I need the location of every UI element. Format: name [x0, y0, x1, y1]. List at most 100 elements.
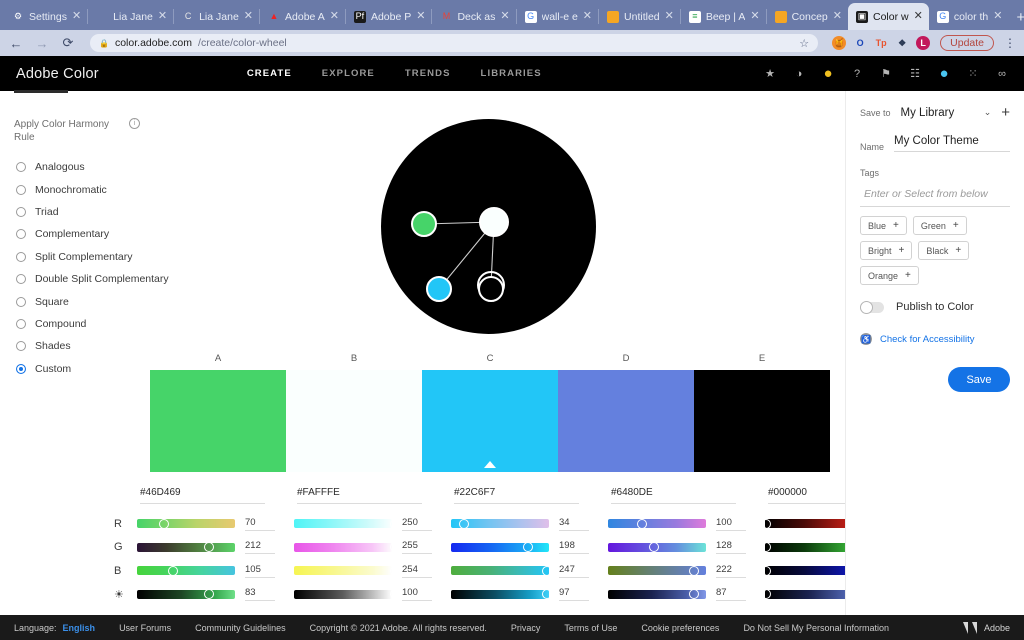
channel-slider-R[interactable] — [137, 518, 235, 529]
slider-thumb[interactable] — [761, 565, 771, 576]
browser-tab[interactable]: ▬ Untitled ✕ — [599, 3, 680, 30]
hex-input[interactable]: #46D469 — [140, 487, 265, 504]
toneprint-extension-icon[interactable]: Tp — [874, 36, 888, 50]
radio-button[interactable] — [16, 229, 26, 240]
theme-name-input[interactable]: My Color Theme — [894, 135, 1010, 152]
slider-thumb[interactable] — [542, 589, 552, 600]
help-icon[interactable]: ? — [849, 66, 865, 82]
reload-icon[interactable]: ⟳ — [60, 35, 76, 51]
handle-c[interactable] — [426, 276, 452, 302]
browser-tab[interactable]: Gwall-e e ✕ — [517, 3, 598, 30]
channel-slider-B[interactable] — [608, 565, 706, 576]
slider-thumb[interactable] — [689, 565, 699, 576]
harmony-rule-square[interactable]: Square — [0, 290, 150, 312]
creative-cloud-icon[interactable]: ∞ — [994, 66, 1010, 82]
harmony-rule-custom[interactable]: Custom — [0, 358, 150, 380]
nav-create[interactable]: CREATE — [247, 68, 292, 79]
radio-button[interactable] — [16, 184, 26, 195]
browser-tab[interactable]: ⚙ Settings ✕ — [4, 3, 87, 30]
slider-thumb[interactable] — [159, 518, 169, 529]
outlook-extension-icon[interactable]: O — [853, 36, 867, 50]
channel-value-R[interactable]: 100 — [716, 517, 746, 531]
slider-thumb[interactable] — [390, 565, 400, 576]
tag-chip-green[interactable]: Green + — [912, 216, 967, 235]
save-button[interactable]: Save — [948, 367, 1010, 392]
tab-close-icon[interactable]: ✕ — [158, 11, 167, 22]
channel-slider-R[interactable] — [294, 518, 400, 529]
back-icon[interactable]: ← — [8, 36, 24, 51]
tab-close-icon[interactable]: ✕ — [583, 11, 592, 22]
browser-tab[interactable]: Lia Jane ✕ — [88, 3, 173, 30]
channel-value-B[interactable]: 254 — [402, 564, 432, 578]
tab-close-icon[interactable]: ✕ — [72, 11, 81, 22]
radio-button[interactable] — [16, 341, 26, 352]
channel-value-R[interactable]: 34 — [559, 517, 589, 531]
channel-slider-B[interactable] — [137, 565, 235, 576]
tag-chip-orange[interactable]: Orange + — [860, 266, 919, 285]
user-avatar-icon[interactable]: ● — [936, 65, 952, 82]
radio-button[interactable] — [16, 274, 26, 285]
tab-close-icon[interactable]: ✕ — [993, 11, 1002, 22]
contrast-icon[interactable]: ◑ — [791, 66, 807, 82]
handle-e[interactable] — [478, 276, 504, 302]
swatch-B[interactable] — [286, 370, 422, 472]
handle-a[interactable] — [411, 211, 437, 237]
harmony-rule-split-complementary[interactable]: Split Complementary — [0, 246, 150, 268]
forward-icon[interactable]: → — [34, 36, 50, 51]
handle-b[interactable] — [479, 207, 509, 237]
footer-link-user-forums[interactable]: User Forums — [119, 623, 171, 633]
swatch-D[interactable] — [558, 370, 694, 472]
slider-thumb[interactable] — [168, 565, 178, 576]
hex-input[interactable]: #22C6F7 — [454, 487, 579, 504]
harmony-rule-analogous[interactable]: Analogous — [0, 156, 150, 178]
app-grid-icon[interactable]: ⁙ — [965, 66, 981, 82]
tab-close-icon[interactable]: ✕ — [500, 11, 509, 22]
tags-input[interactable]: Enter or Select from below — [860, 182, 1010, 207]
channel-value-G[interactable]: 198 — [559, 540, 589, 555]
slider-thumb[interactable] — [459, 518, 469, 529]
swatch-E[interactable] — [694, 370, 830, 472]
channel-slider-brightness[interactable] — [294, 589, 400, 600]
channel-slider-G[interactable] — [137, 542, 235, 553]
channel-value-brightness[interactable]: 97 — [559, 587, 589, 602]
browser-tab[interactable]: ▲ Adobe A ✕ — [260, 3, 345, 30]
footer-link-cookie-preferences[interactable]: Cookie preferences — [641, 623, 719, 633]
slider-thumb[interactable] — [637, 518, 647, 529]
channel-value-R[interactable]: 70 — [245, 517, 275, 531]
footer-link-do-not-sell-my-personal-information[interactable]: Do Not Sell My Personal Information — [743, 623, 889, 633]
radio-button[interactable] — [16, 206, 26, 217]
add-tag-icon[interactable]: + — [893, 220, 899, 231]
browser-tab[interactable]: ▬ Concep ✕ — [767, 3, 848, 30]
footer-link-privacy[interactable]: Privacy — [511, 623, 541, 633]
browser-tab[interactable]: ≡ Beep | A ✕ — [681, 3, 766, 30]
tag-chip-bright[interactable]: Bright + — [860, 241, 913, 260]
channel-value-brightness[interactable]: 100 — [402, 587, 432, 602]
channel-slider-B[interactable] — [451, 565, 552, 576]
radio-button[interactable] — [16, 251, 26, 262]
hex-input[interactable]: #FAFFFE — [297, 487, 422, 504]
publish-to-color-row[interactable]: Publish to Color — [860, 300, 1010, 314]
channel-slider-R[interactable] — [608, 518, 706, 529]
channel-slider-brightness[interactable] — [608, 589, 706, 600]
browser-tab[interactable]: Gcolor th ✕ — [929, 3, 1009, 30]
browser-menu-icon[interactable]: ⋮ — [1004, 36, 1016, 50]
slider-thumb[interactable] — [689, 589, 699, 600]
harmony-rule-double-split-complementary[interactable]: Double Split Complementary — [0, 268, 169, 290]
footer-link-community-guidelines[interactable]: Community Guidelines — [195, 623, 286, 633]
harmony-rule-compound[interactable]: Compound — [0, 313, 150, 335]
harmony-rule-monochromatic[interactable]: Monochromatic — [0, 178, 150, 200]
tag-chip-black[interactable]: Black + — [918, 241, 970, 260]
slider-thumb[interactable] — [649, 542, 659, 553]
channel-value-brightness[interactable]: 87 — [716, 587, 746, 602]
profile-avatar[interactable]: L — [916, 36, 931, 50]
new-tab-button[interactable]: + — [1008, 9, 1024, 30]
color-wheel-icon[interactable]: ● — [820, 65, 836, 82]
channel-slider-R[interactable] — [451, 518, 549, 529]
tab-close-icon[interactable]: ✕ — [750, 11, 759, 22]
channel-value-brightness[interactable]: 83 — [245, 587, 275, 602]
channel-slider-brightness[interactable] — [137, 589, 235, 600]
add-tag-icon[interactable]: + — [899, 245, 905, 256]
check-accessibility-row[interactable]: ♿ Check for Accessibility — [860, 333, 1010, 345]
channel-slider-G[interactable] — [608, 542, 706, 553]
address-bar[interactable]: 🔒 color.adobe.com/create/color-wheel ☆ — [90, 34, 819, 52]
